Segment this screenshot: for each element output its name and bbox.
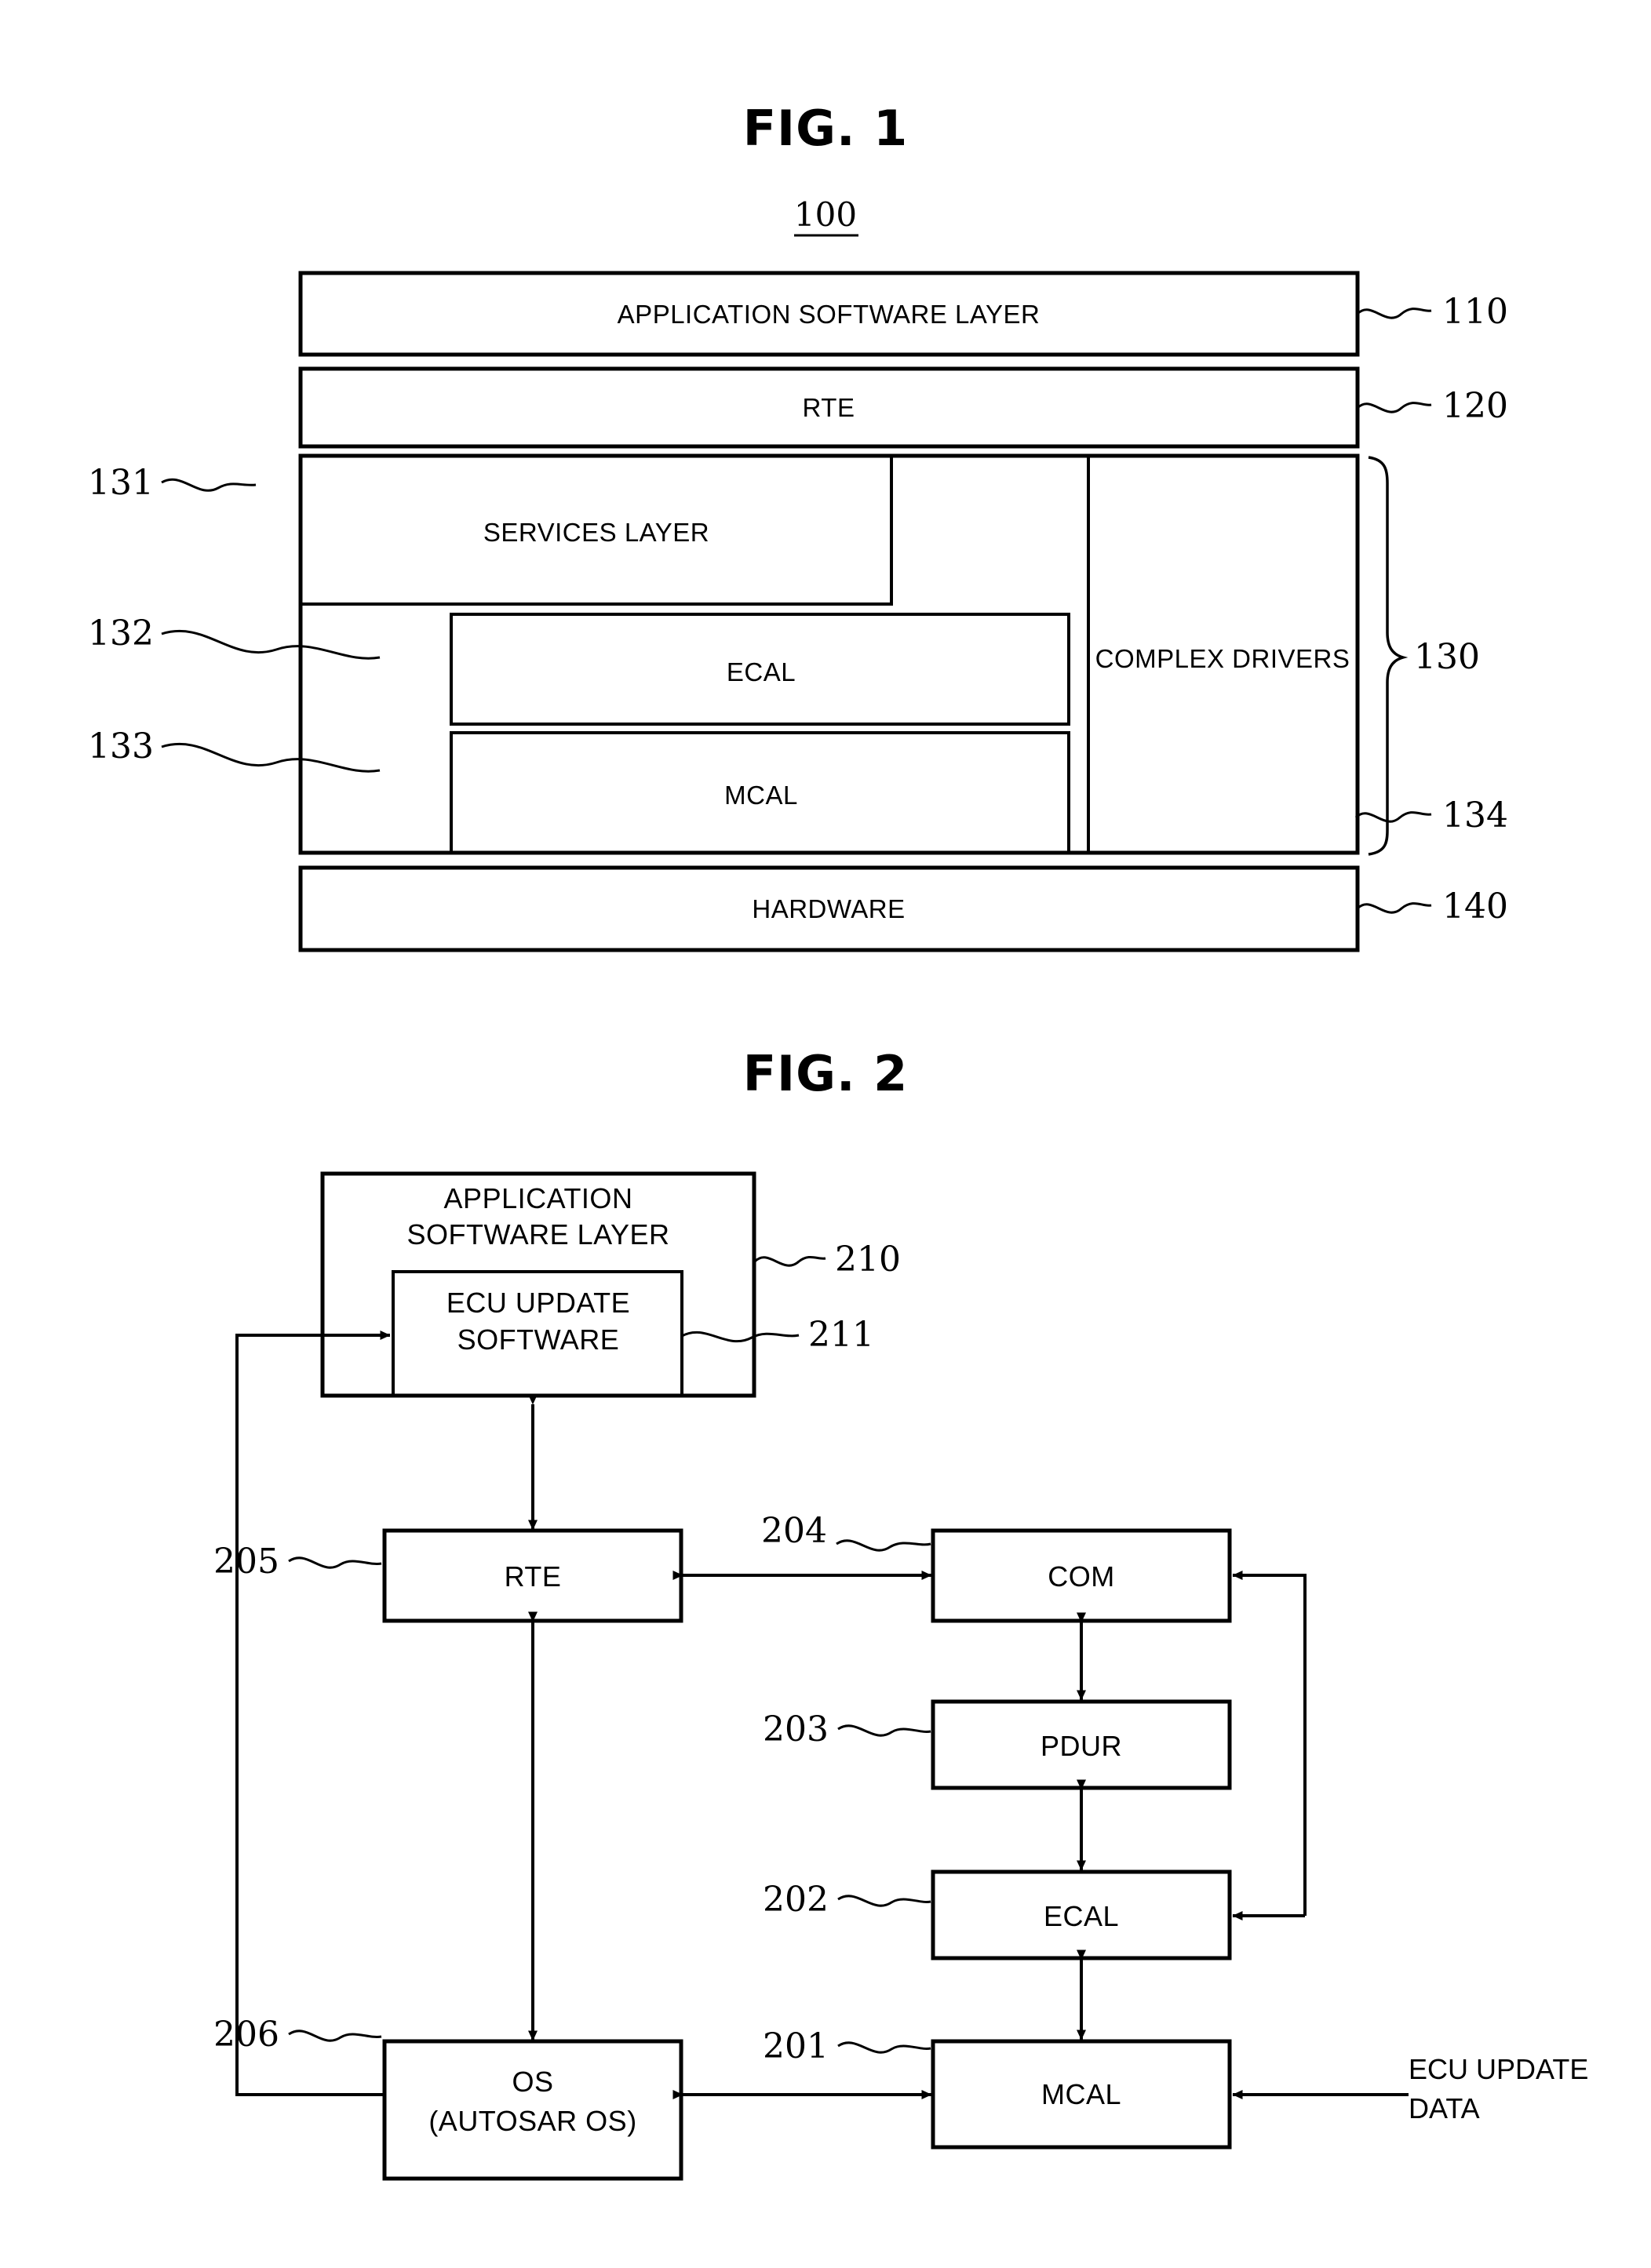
fig2-com-label: COM	[1048, 1560, 1115, 1593]
fig2-ecal-label: ECAL	[1044, 1900, 1119, 1932]
fig1-bsw-brace	[1368, 456, 1409, 856]
fig2-ref-211: 211	[808, 1315, 874, 1355]
leader-line-140	[1356, 902, 1432, 914]
fig1-complex-drivers-label: COMPLEX DRIVERS	[1095, 644, 1350, 673]
leader-line-120	[1356, 402, 1432, 413]
fig2-pdur-label: PDUR	[1041, 1730, 1122, 1762]
figure-1-system-ref: 100	[794, 195, 857, 234]
leader-line-132	[161, 629, 381, 660]
fig2-ref-206: 206	[213, 2015, 279, 2055]
fig2-mcal-label: MCAL	[1041, 2078, 1121, 2110]
fig2-ecu-update-software-label-line2: SOFTWARE	[457, 1323, 620, 1356]
fig1-ref-130: 130	[1414, 637, 1480, 677]
fig2-application-software-layer-label-line2: SOFTWARE LAYER	[406, 1218, 669, 1250]
figure-1-group: FIG. 1 100 APPLICATION SOFTWARE LAYER 11…	[88, 100, 1508, 952]
leader-line-203	[837, 1724, 931, 1737]
fig2-os-label-line2: (AUTOSAR OS)	[428, 2105, 636, 2137]
leader-line-204	[836, 1539, 931, 1552]
fig1-ref-134: 134	[1442, 795, 1508, 835]
fig2-ref-203: 203	[763, 1709, 829, 1749]
figure-1-title: FIG. 1	[743, 100, 909, 157]
fig1-ref-131: 131	[88, 463, 154, 503]
leader-line-205	[288, 1556, 382, 1569]
leader-line-211	[681, 1331, 800, 1343]
fig2-ref-201: 201	[763, 2026, 829, 2066]
leader-line-210	[753, 1255, 826, 1267]
fig2-rte-label: RTE	[505, 1560, 562, 1593]
fig2-ref-204: 204	[761, 1511, 827, 1551]
figures-canvas: FIG. 1 100 APPLICATION SOFTWARE LAYER 11…	[88, 100, 1588, 2181]
fig1-hardware-label: HARDWARE	[752, 894, 905, 923]
patent-drawing-sheet: FIG. 1 100 APPLICATION SOFTWARE LAYER 11…	[0, 0, 1651, 2268]
leader-line-131	[161, 478, 257, 492]
leader-line-134	[1354, 811, 1432, 823]
fig1-ecal-label: ECAL	[727, 657, 796, 686]
fig2-ecu-update-data-label-line2: DATA	[1409, 2092, 1480, 2124]
fig1-application-software-layer-label: APPLICATION SOFTWARE LAYER	[618, 300, 1041, 329]
connector-loop-os-to-ecu-update-software	[235, 1331, 391, 2096]
leader-line-133	[161, 742, 381, 773]
leader-line-201	[837, 2041, 931, 2054]
figure-2-group: FIG. 2 APPLICATION SOFTWARE LAYER 210 EC…	[213, 1045, 1588, 2181]
fig2-ref-210: 210	[835, 1240, 901, 1280]
fig2-ref-205: 205	[213, 1542, 279, 1582]
figure-2-title: FIG. 2	[743, 1045, 909, 1102]
fig2-os-label-line1: OS	[512, 2066, 553, 2098]
leader-line-202	[837, 1895, 931, 1907]
leader-line-206	[288, 2030, 382, 2042]
fig1-ref-140: 140	[1442, 886, 1508, 926]
fig1-ref-133: 133	[88, 726, 154, 766]
fig2-ecu-update-software-label-line1: ECU UPDATE	[446, 1287, 630, 1319]
fig1-mcal-label: MCAL	[724, 781, 798, 810]
fig2-application-software-layer-label-line1: APPLICATION	[444, 1182, 633, 1214]
fig2-ref-202: 202	[763, 1880, 829, 1920]
fig1-services-layer-label: SERVICES LAYER	[483, 518, 709, 547]
fig1-ref-132: 132	[88, 613, 154, 653]
fig2-ecu-update-data-label-line1: ECU UPDATE	[1409, 2053, 1588, 2085]
fig1-rte-label: RTE	[803, 393, 855, 422]
connector-loop-to-com	[1232, 1571, 1307, 1916]
fig1-ref-110: 110	[1442, 292, 1508, 332]
leader-line-110	[1356, 308, 1432, 319]
fig1-ref-120: 120	[1442, 386, 1508, 426]
